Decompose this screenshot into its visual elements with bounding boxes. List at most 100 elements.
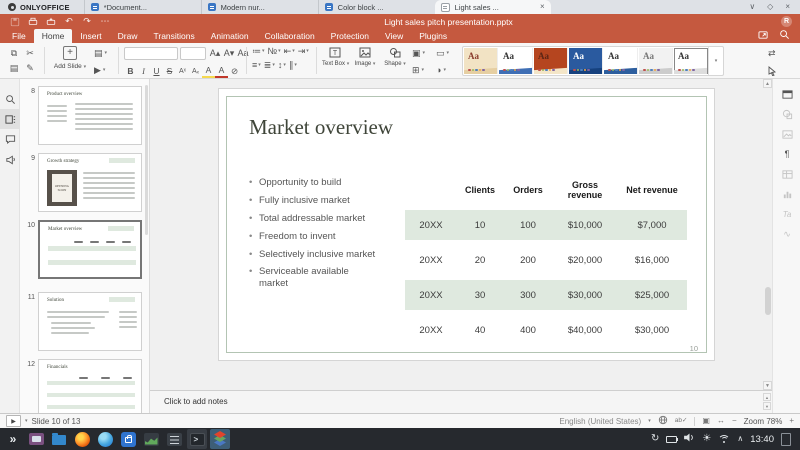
bullet-item[interactable]: Serviceable available market xyxy=(249,266,379,290)
volume-icon[interactable] xyxy=(684,433,695,445)
arrange-shape-icon[interactable]: ▣ xyxy=(412,49,421,58)
shape-settings-icon[interactable] xyxy=(780,107,794,121)
scroll-up-button[interactable]: ▲ xyxy=(763,79,772,88)
paste-icon[interactable]: ▤ xyxy=(6,61,22,76)
theme-thumbnail-5[interactable]: Aa xyxy=(604,48,638,74)
menu-tab-insert[interactable]: Insert xyxy=(72,29,109,43)
table-cell[interactable]: 20XX xyxy=(405,290,457,301)
notes-area[interactable]: Click to add notes ▲ ▼ xyxy=(150,390,772,413)
browser-tab[interactable]: *Document... xyxy=(83,0,201,14)
theme-thumbnail-3[interactable]: Aa xyxy=(534,48,568,74)
slide-table[interactable]: Clients Orders Gross revenue Net revenue 20X… xyxy=(405,175,687,345)
color-scheme-icon[interactable]: ◑ xyxy=(436,66,441,75)
chart-settings-icon[interactable] xyxy=(780,187,794,201)
browser-tab[interactable]: Light sales ... × xyxy=(434,0,551,14)
more-actions-icon[interactable]: ⋯ xyxy=(98,17,112,26)
table-cell[interactable]: $30,000 xyxy=(553,290,617,301)
table-cell[interactable]: $16,000 xyxy=(617,255,687,266)
insert-columns-icon[interactable]: ∥ xyxy=(289,61,294,70)
table-cell[interactable]: $10,000 xyxy=(553,220,617,231)
feedback-icon[interactable] xyxy=(0,149,20,169)
find-icon[interactable] xyxy=(0,89,20,109)
table-header-cell[interactable]: Net revenue xyxy=(617,185,687,195)
slide-bullet-list[interactable]: Opportunity to build Fully inclusive mark… xyxy=(249,177,379,296)
show-desktop-button[interactable] xyxy=(781,432,791,446)
font-color-icon[interactable]: A xyxy=(215,64,228,78)
bullet-item[interactable]: Opportunity to build xyxy=(249,177,379,189)
text-box-button[interactable]: T Text Box ▾ xyxy=(322,46,349,67)
decrease-font-icon[interactable]: A▾ xyxy=(222,48,236,58)
cut-icon[interactable]: ✂ xyxy=(22,46,38,61)
user-avatar[interactable]: R xyxy=(781,16,792,27)
tab-close-icon[interactable]: × xyxy=(540,3,545,11)
signature-settings-icon[interactable]: ∿ xyxy=(780,227,794,241)
textart-settings-icon[interactable]: Ta xyxy=(780,207,794,221)
fit-to-slide-icon[interactable]: ▣ xyxy=(702,417,710,425)
taskbar-app-app-store[interactable] xyxy=(118,429,138,449)
zoom-out-button[interactable]: − xyxy=(732,417,737,425)
set-language-icon[interactable] xyxy=(658,415,668,427)
decrease-indent-icon[interactable]: ⇤ xyxy=(284,47,292,56)
taskbar-app-terminal[interactable] xyxy=(187,429,207,449)
table-cell[interactable]: 20XX xyxy=(405,255,457,266)
table-cell[interactable]: 400 xyxy=(503,325,553,336)
line-spacing-icon[interactable]: ↕ xyxy=(278,61,283,70)
table-header-cell[interactable]: Orders xyxy=(503,185,553,195)
browser-tab-onlyoffice[interactable]: ONLYOFFICE xyxy=(0,0,84,14)
slide-thumbnail-8[interactable]: Product overview xyxy=(38,86,142,145)
slideshow-dropdown-icon[interactable]: ▾ xyxy=(25,418,28,424)
quick-print-icon[interactable] xyxy=(44,17,58,27)
slide-canvas[interactable]: Market overview Opportunity to build Full… xyxy=(218,88,715,361)
brightness-icon[interactable]: ☀ xyxy=(702,434,711,444)
clear-style-icon[interactable]: ⊘ xyxy=(228,65,241,77)
taskbar-app-file-manager[interactable] xyxy=(49,429,69,449)
font-name-input[interactable] xyxy=(124,46,178,60)
table-cell[interactable]: 30 xyxy=(457,290,503,301)
comments-icon[interactable] xyxy=(0,129,20,149)
subscript-icon[interactable]: Aₓ xyxy=(189,65,202,77)
save-icon[interactable] xyxy=(8,17,22,27)
table-cell[interactable]: 100 xyxy=(503,220,553,231)
taskbar-app-web-browser[interactable] xyxy=(95,429,115,449)
table-cell[interactable]: $20,000 xyxy=(553,255,617,266)
menu-tab-home[interactable]: Home xyxy=(33,29,73,43)
superscript-icon[interactable]: Aˣ xyxy=(176,65,189,77)
fit-to-width-icon[interactable]: ↔ xyxy=(717,417,725,425)
sync-icon[interactable]: ↻ xyxy=(651,434,659,444)
underline-icon[interactable]: U xyxy=(150,65,163,77)
format-painter-icon[interactable]: ✎ xyxy=(22,61,38,76)
reset-slide-icon[interactable]: ▶ xyxy=(94,66,101,75)
language-selector[interactable]: English (United States) xyxy=(559,417,641,426)
tray-expand-icon[interactable]: ∧ xyxy=(737,435,743,443)
battery-icon[interactable] xyxy=(666,435,679,443)
table-cell[interactable]: 20XX xyxy=(405,325,457,336)
highlight-color-icon[interactable]: A xyxy=(202,64,215,78)
table-row[interactable]: 20XX 30 300 $30,000 $25,000 xyxy=(405,280,687,310)
theme-thumbnail-6[interactable]: Aa xyxy=(639,48,673,74)
browser-tab[interactable]: Color block ... xyxy=(317,0,435,14)
clock[interactable]: 13:40 xyxy=(750,434,774,445)
maximize-icon[interactable]: ◇ xyxy=(767,3,773,11)
table-row[interactable]: 20XX 20 200 $20,000 $16,000 xyxy=(405,245,687,275)
table-cell[interactable]: $25,000 xyxy=(617,290,687,301)
table-cell[interactable]: $7,000 xyxy=(617,220,687,231)
taskbar-app-media-app[interactable] xyxy=(26,429,46,449)
table-row[interactable]: 20XX 40 400 $40,000 $30,000 xyxy=(405,315,687,345)
align-shape-icon[interactable]: ⊞ xyxy=(412,66,420,75)
table-cell[interactable]: 10 xyxy=(457,220,503,231)
theme-thumbnail-2[interactable]: Aa xyxy=(499,48,533,74)
font-size-input[interactable] xyxy=(180,46,206,60)
increase-font-icon[interactable]: A▴ xyxy=(208,48,222,58)
scroll-down-button[interactable]: ▼ xyxy=(763,381,772,390)
slides-panel-icon[interactable] xyxy=(0,109,20,129)
table-row[interactable]: 20XX 10 100 $10,000 $7,000 xyxy=(405,210,687,240)
increase-indent-icon[interactable]: ⇥ xyxy=(298,47,306,56)
copy-icon[interactable]: ⧉ xyxy=(6,46,22,61)
table-cell[interactable]: 200 xyxy=(503,255,553,266)
table-cell[interactable]: 40 xyxy=(457,325,503,336)
slide-thumbnail-9[interactable]: Growth strategy OPENING SOON xyxy=(38,153,142,212)
change-layout-icon[interactable]: ▤ xyxy=(94,49,103,58)
bullet-item[interactable]: Fully inclusive market xyxy=(249,195,379,207)
table-cell[interactable]: 20XX xyxy=(405,220,457,231)
replace-icon[interactable]: ⇄ xyxy=(768,49,776,58)
